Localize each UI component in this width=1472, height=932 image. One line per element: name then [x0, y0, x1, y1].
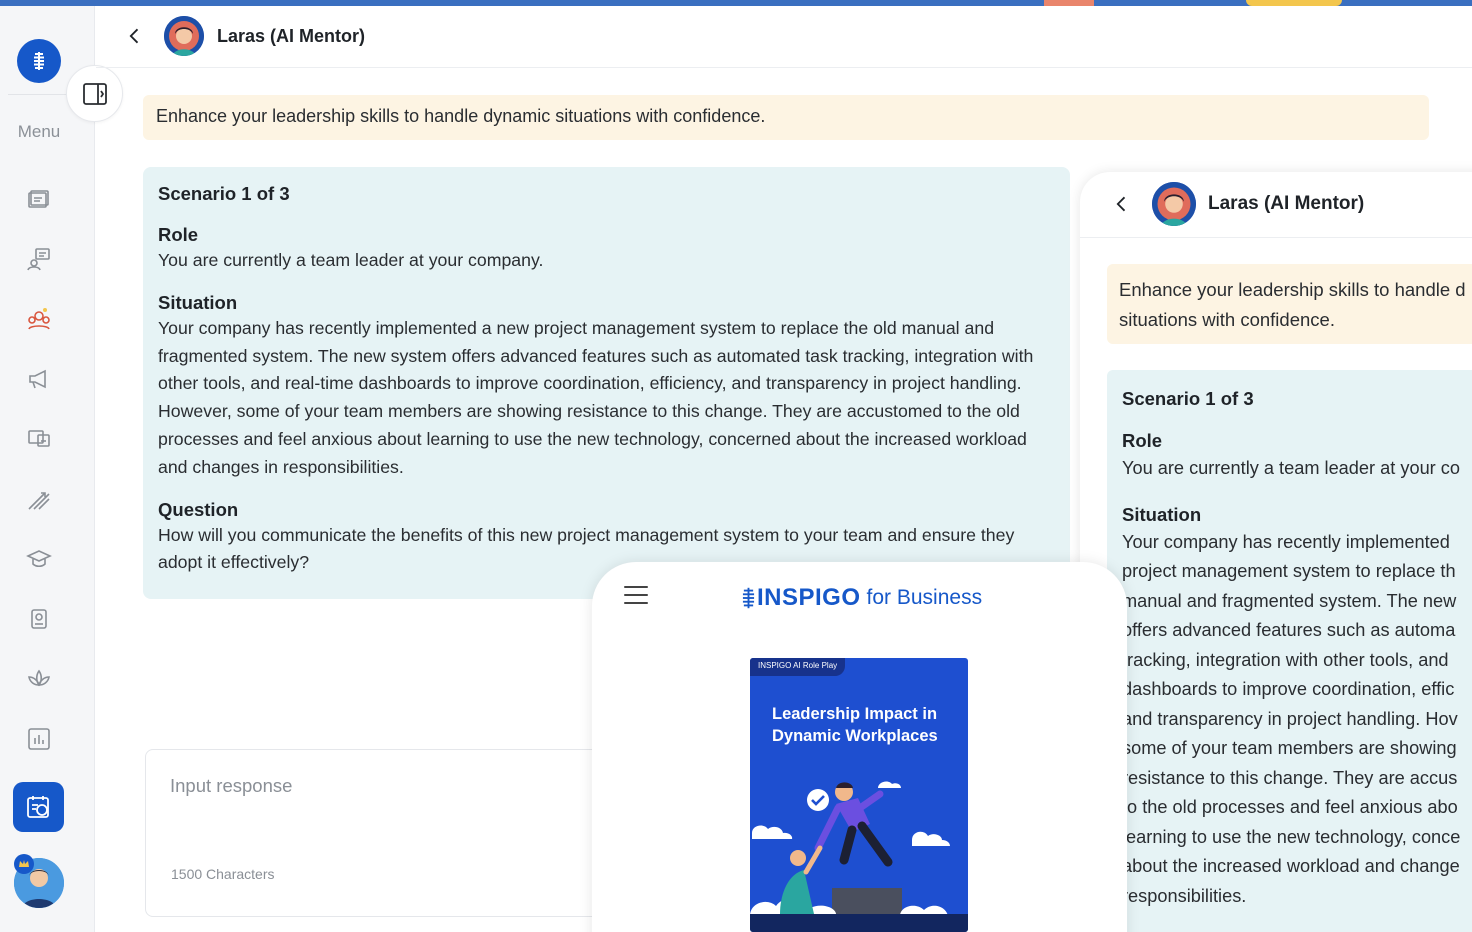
scenario-title: Scenario 1 of 3 [158, 183, 290, 204]
mentor-avatar [1152, 182, 1196, 226]
bar-chart-icon[interactable] [22, 722, 56, 756]
response-input[interactable]: Input response 1500 Characters [145, 749, 615, 917]
course-cover-card[interactable]: INSPIGO AI Role Play Leadership Impact i… [750, 658, 968, 932]
chat-header: Laras (AI Mentor) [96, 6, 1472, 68]
situation-line: project management system to replace th [1122, 561, 1456, 581]
arrows-icon[interactable] [22, 482, 56, 516]
situation-line: offers advanced features such as automa [1122, 620, 1456, 640]
panel-header: Laras (AI Mentor) [1080, 172, 1472, 238]
situation-line: about the increased workload and change [1122, 856, 1460, 876]
brand-logo: INSPIGO for Business [742, 584, 982, 612]
situation-title: Situation [1122, 503, 1202, 525]
situation-line: resistance to this change. They are accu… [1122, 767, 1458, 788]
brand-suffix: for Business [866, 586, 983, 609]
role-text: You are currently a team leader at your … [1122, 458, 1461, 478]
leadership-illustration [750, 781, 950, 916]
scenario-title: Scenario 1 of 3 [1122, 388, 1254, 409]
char-limit: 1500 Characters [171, 866, 275, 882]
mentor-name: Laras (AI Mentor) [217, 26, 366, 46]
mobile-app-preview: INSPIGO for Business INSPIGO AI Role Pla… [592, 562, 1127, 932]
response-placeholder: Input response [170, 775, 293, 796]
role-text: You are currently a team leader at your … [158, 250, 544, 270]
back-icon[interactable] [1110, 192, 1134, 216]
chat-certificate-icon[interactable] [22, 242, 56, 276]
situation-line: Your company has recently implemented [1122, 531, 1450, 552]
situation-line: learning to use the new technology, conc… [1122, 826, 1461, 847]
roleplay-nav-active[interactable] [13, 782, 64, 832]
lotus-icon[interactable] [22, 662, 56, 696]
scenario-card: Scenario 1 of 3 Role You are currently a… [143, 167, 1070, 599]
mentor-avatar [164, 16, 204, 56]
scenario-card: Scenario 1 of 3 Role You are currently a… [1107, 370, 1472, 932]
brand-name: INSPIGO [757, 584, 861, 611]
banner-line: situations with confidence. [1119, 308, 1335, 330]
situation-line: dashboards to improve coordination, effi… [1122, 679, 1455, 699]
inspigo-logo-icon [34, 52, 44, 70]
mentor-group-icon[interactable] [22, 302, 56, 336]
mentor-name: Laras (AI Mentor) [1208, 193, 1365, 214]
situation-line: tracking, integration with other tools, … [1122, 649, 1449, 670]
role-title: Role [1122, 430, 1163, 451]
menu-label: Menu [17, 122, 61, 141]
books-icon[interactable] [22, 182, 56, 216]
badge-icon[interactable] [22, 602, 56, 636]
situation-line: manual and fragmented system. The new [1122, 590, 1457, 611]
app-logo[interactable] [17, 39, 61, 83]
situation-line: some of your team members are showing [1122, 738, 1457, 758]
situation-line: and transparency in project handling. Ho… [1122, 708, 1458, 729]
question-title: Question [158, 498, 239, 520]
panel-toggle-icon [82, 82, 107, 105]
situation-line: responsibilities. [1122, 885, 1247, 906]
situation-title: Situation [158, 291, 238, 313]
roleplay-icon [26, 796, 49, 818]
goal-banner: Enhance your leadership skills to handle… [143, 95, 1429, 140]
sidebar: Menu [0, 6, 95, 932]
presentation-icon[interactable] [22, 422, 56, 456]
inspigo-mark-icon [742, 587, 755, 609]
goal-banner: Enhance your leadership skills to handle… [1107, 264, 1472, 344]
mobile-preview-panel: Laras (AI Mentor) Enhance your leadershi… [1080, 172, 1472, 932]
role-title: Role [158, 224, 199, 245]
crown-icon [14, 854, 34, 874]
situation-line: to the old processes and feel anxious ab… [1122, 797, 1458, 817]
cover-bottom-bar [750, 914, 968, 932]
megaphone-icon[interactable] [22, 362, 56, 396]
banner-line: Enhance your leadership skills to handle… [1119, 279, 1466, 300]
graduation-icon[interactable] [22, 542, 56, 576]
situation-text: Your company has recently implemented a … [158, 317, 1034, 477]
back-icon[interactable] [123, 24, 147, 48]
sidebar-toggle-button[interactable] [66, 65, 123, 122]
hamburger-menu-icon[interactable] [624, 586, 648, 606]
